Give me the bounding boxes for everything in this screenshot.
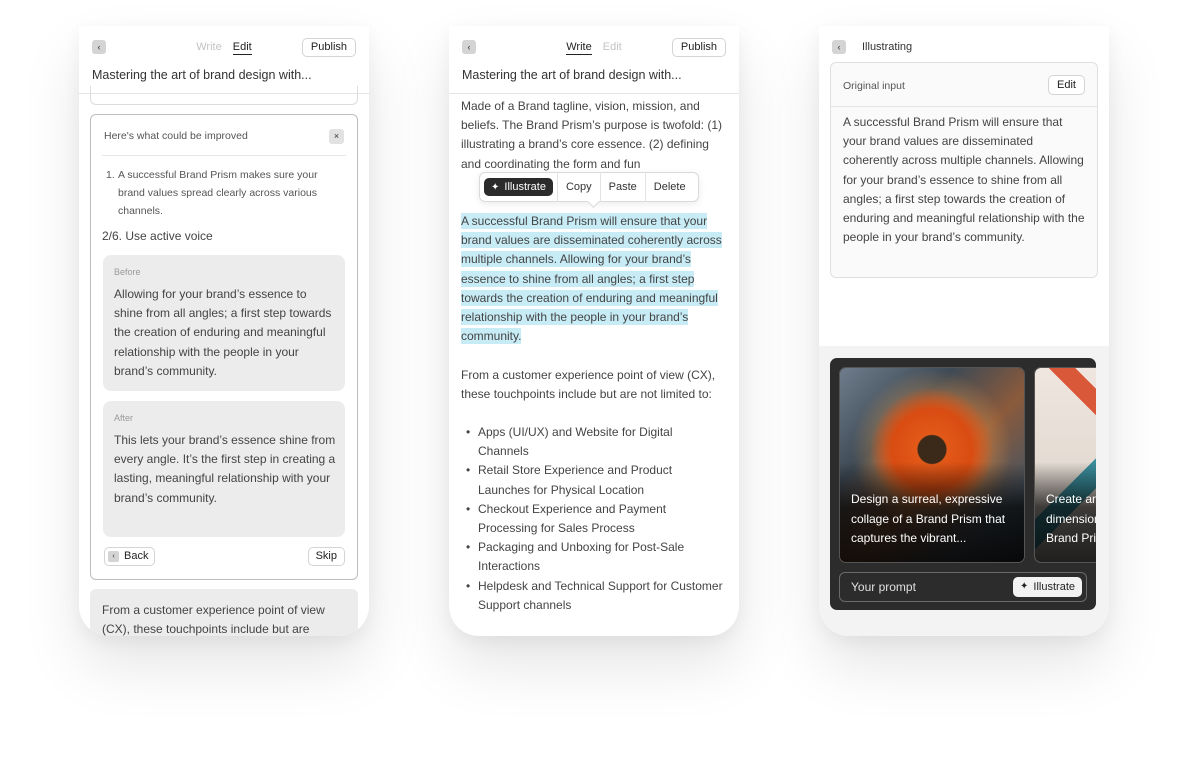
after-box[interactable]: After This lets your brand’s essence shi… — [103, 401, 345, 537]
list-item[interactable]: Checkout Experience and Payment Processi… — [466, 500, 726, 538]
phone-write-screen: ‹ Write Edit Publish Mastering the art o… — [449, 26, 739, 636]
delete-menu-item[interactable]: Delete — [644, 172, 694, 202]
illustrate-label: Illustrate — [1033, 581, 1075, 593]
step-title: 2/6. Use active voice — [102, 229, 213, 243]
sparkle-icon: ✦ — [1020, 581, 1029, 592]
publish-button[interactable]: Publish — [671, 38, 726, 57]
back-button[interactable]: ‹ Back — [104, 547, 156, 566]
close-icon[interactable]: × — [329, 129, 344, 144]
illustrate-label: Illustrate — [504, 181, 546, 193]
next-paragraph-text: From a customer experience point of view… — [102, 603, 325, 636]
illustration-caption: Create an abstract, multi-dimensional de… — [1046, 492, 1096, 545]
back-label: Back — [124, 550, 149, 562]
screen-title: Illustrating — [862, 41, 913, 53]
before-text: Allowing for your brand’s essence to shi… — [114, 287, 332, 378]
phone-illustrating-screen: ‹ Illustrating Original input Edit A suc… — [819, 26, 1109, 636]
original-input-text: A successful Brand Prism will ensure tha… — [843, 115, 1085, 245]
paragraph-1[interactable]: Made of a Brand tagline, vision, mission… — [461, 97, 731, 174]
context-menu: ✦ Illustrate Copy Paste Delete — [479, 172, 699, 202]
list-item[interactable]: Apps (UI/UX) and Website for Digital Cha… — [466, 423, 726, 461]
paragraph-3[interactable]: From a customer experience point of view… — [461, 366, 731, 404]
edit-button[interactable]: Edit — [1048, 75, 1085, 95]
publish-button[interactable]: Publish — [301, 38, 356, 57]
chevron-left-icon: ‹ — [108, 551, 119, 562]
illustration-panel: Design a surreal, expressive collage of … — [830, 358, 1096, 610]
suggestion-item: 1. A successful Brand Prism makes sure y… — [106, 166, 342, 220]
skip-button[interactable]: Skip — [307, 547, 345, 566]
top-bar: ‹ Write Edit Publish Mastering the art o… — [79, 26, 369, 94]
next-paragraph-card: From a customer experience point of view… — [90, 589, 358, 636]
original-input-label: Original input — [843, 80, 905, 92]
divider — [831, 106, 1097, 107]
tab-write[interactable]: Write — [566, 41, 592, 55]
divider — [102, 155, 346, 156]
document-title: Mastering the art of brand design with..… — [462, 68, 682, 82]
illustration-card[interactable]: Create an abstract, multi-dimensional de… — [1034, 367, 1096, 563]
before-label: Before — [114, 267, 141, 277]
back-icon[interactable]: ‹ — [832, 40, 846, 54]
tab-edit[interactable]: Edit — [603, 41, 622, 54]
previous-paragraph-card — [90, 86, 358, 105]
document-title: Mastering the art of brand design with..… — [92, 68, 312, 82]
tab-edit[interactable]: Edit — [232, 41, 252, 55]
tab-write[interactable]: Write — [196, 41, 221, 54]
touchpoint-list: Apps (UI/UX) and Website for Digital Cha… — [466, 423, 726, 615]
before-box: Before Allowing for your brand’s essence… — [103, 255, 345, 391]
illustration-caption: Design a surreal, expressive collage of … — [851, 492, 1006, 545]
prompt-bar: ✦ Illustrate — [839, 572, 1087, 602]
selected-paragraph[interactable]: A successful Brand Prism will ensure tha… — [461, 212, 731, 346]
after-text: This lets your brand’s essence shine fro… — [114, 433, 336, 505]
top-bar: ‹ Write Edit Publish Mastering the art o… — [449, 26, 739, 94]
illustrate-button[interactable]: ✦ Illustrate — [1013, 577, 1082, 597]
improvement-heading: Here's what could be improved — [104, 130, 248, 142]
list-item[interactable]: Retail Store Experience and Product Laun… — [466, 461, 726, 499]
original-input-card: Original input Edit A successful Brand P… — [830, 62, 1098, 278]
prompt-input[interactable] — [840, 573, 1000, 601]
after-label: After — [114, 413, 134, 423]
paste-menu-item[interactable]: Paste — [599, 172, 645, 202]
sparkle-icon: ✦ — [491, 181, 500, 193]
illustration-card[interactable]: Design a surreal, expressive collage of … — [839, 367, 1025, 563]
suggestion-number: 1. — [106, 169, 115, 181]
list-item[interactable]: Helpdesk and Technical Support for Custo… — [466, 577, 726, 615]
text-selection[interactable]: A successful Brand Prism will ensure tha… — [461, 213, 722, 345]
list-item[interactable]: Packaging and Unboxing for Post-Sale Int… — [466, 538, 726, 576]
suggestion-text: A successful Brand Prism makes sure your… — [118, 169, 318, 217]
illustrate-menu-item[interactable]: ✦ Illustrate — [484, 178, 553, 196]
copy-menu-item[interactable]: Copy — [556, 172, 600, 202]
improvement-card: Here's what could be improved × 1. A suc… — [90, 114, 358, 580]
phone-edit-screen: ‹ Write Edit Publish Mastering the art o… — [79, 26, 369, 636]
